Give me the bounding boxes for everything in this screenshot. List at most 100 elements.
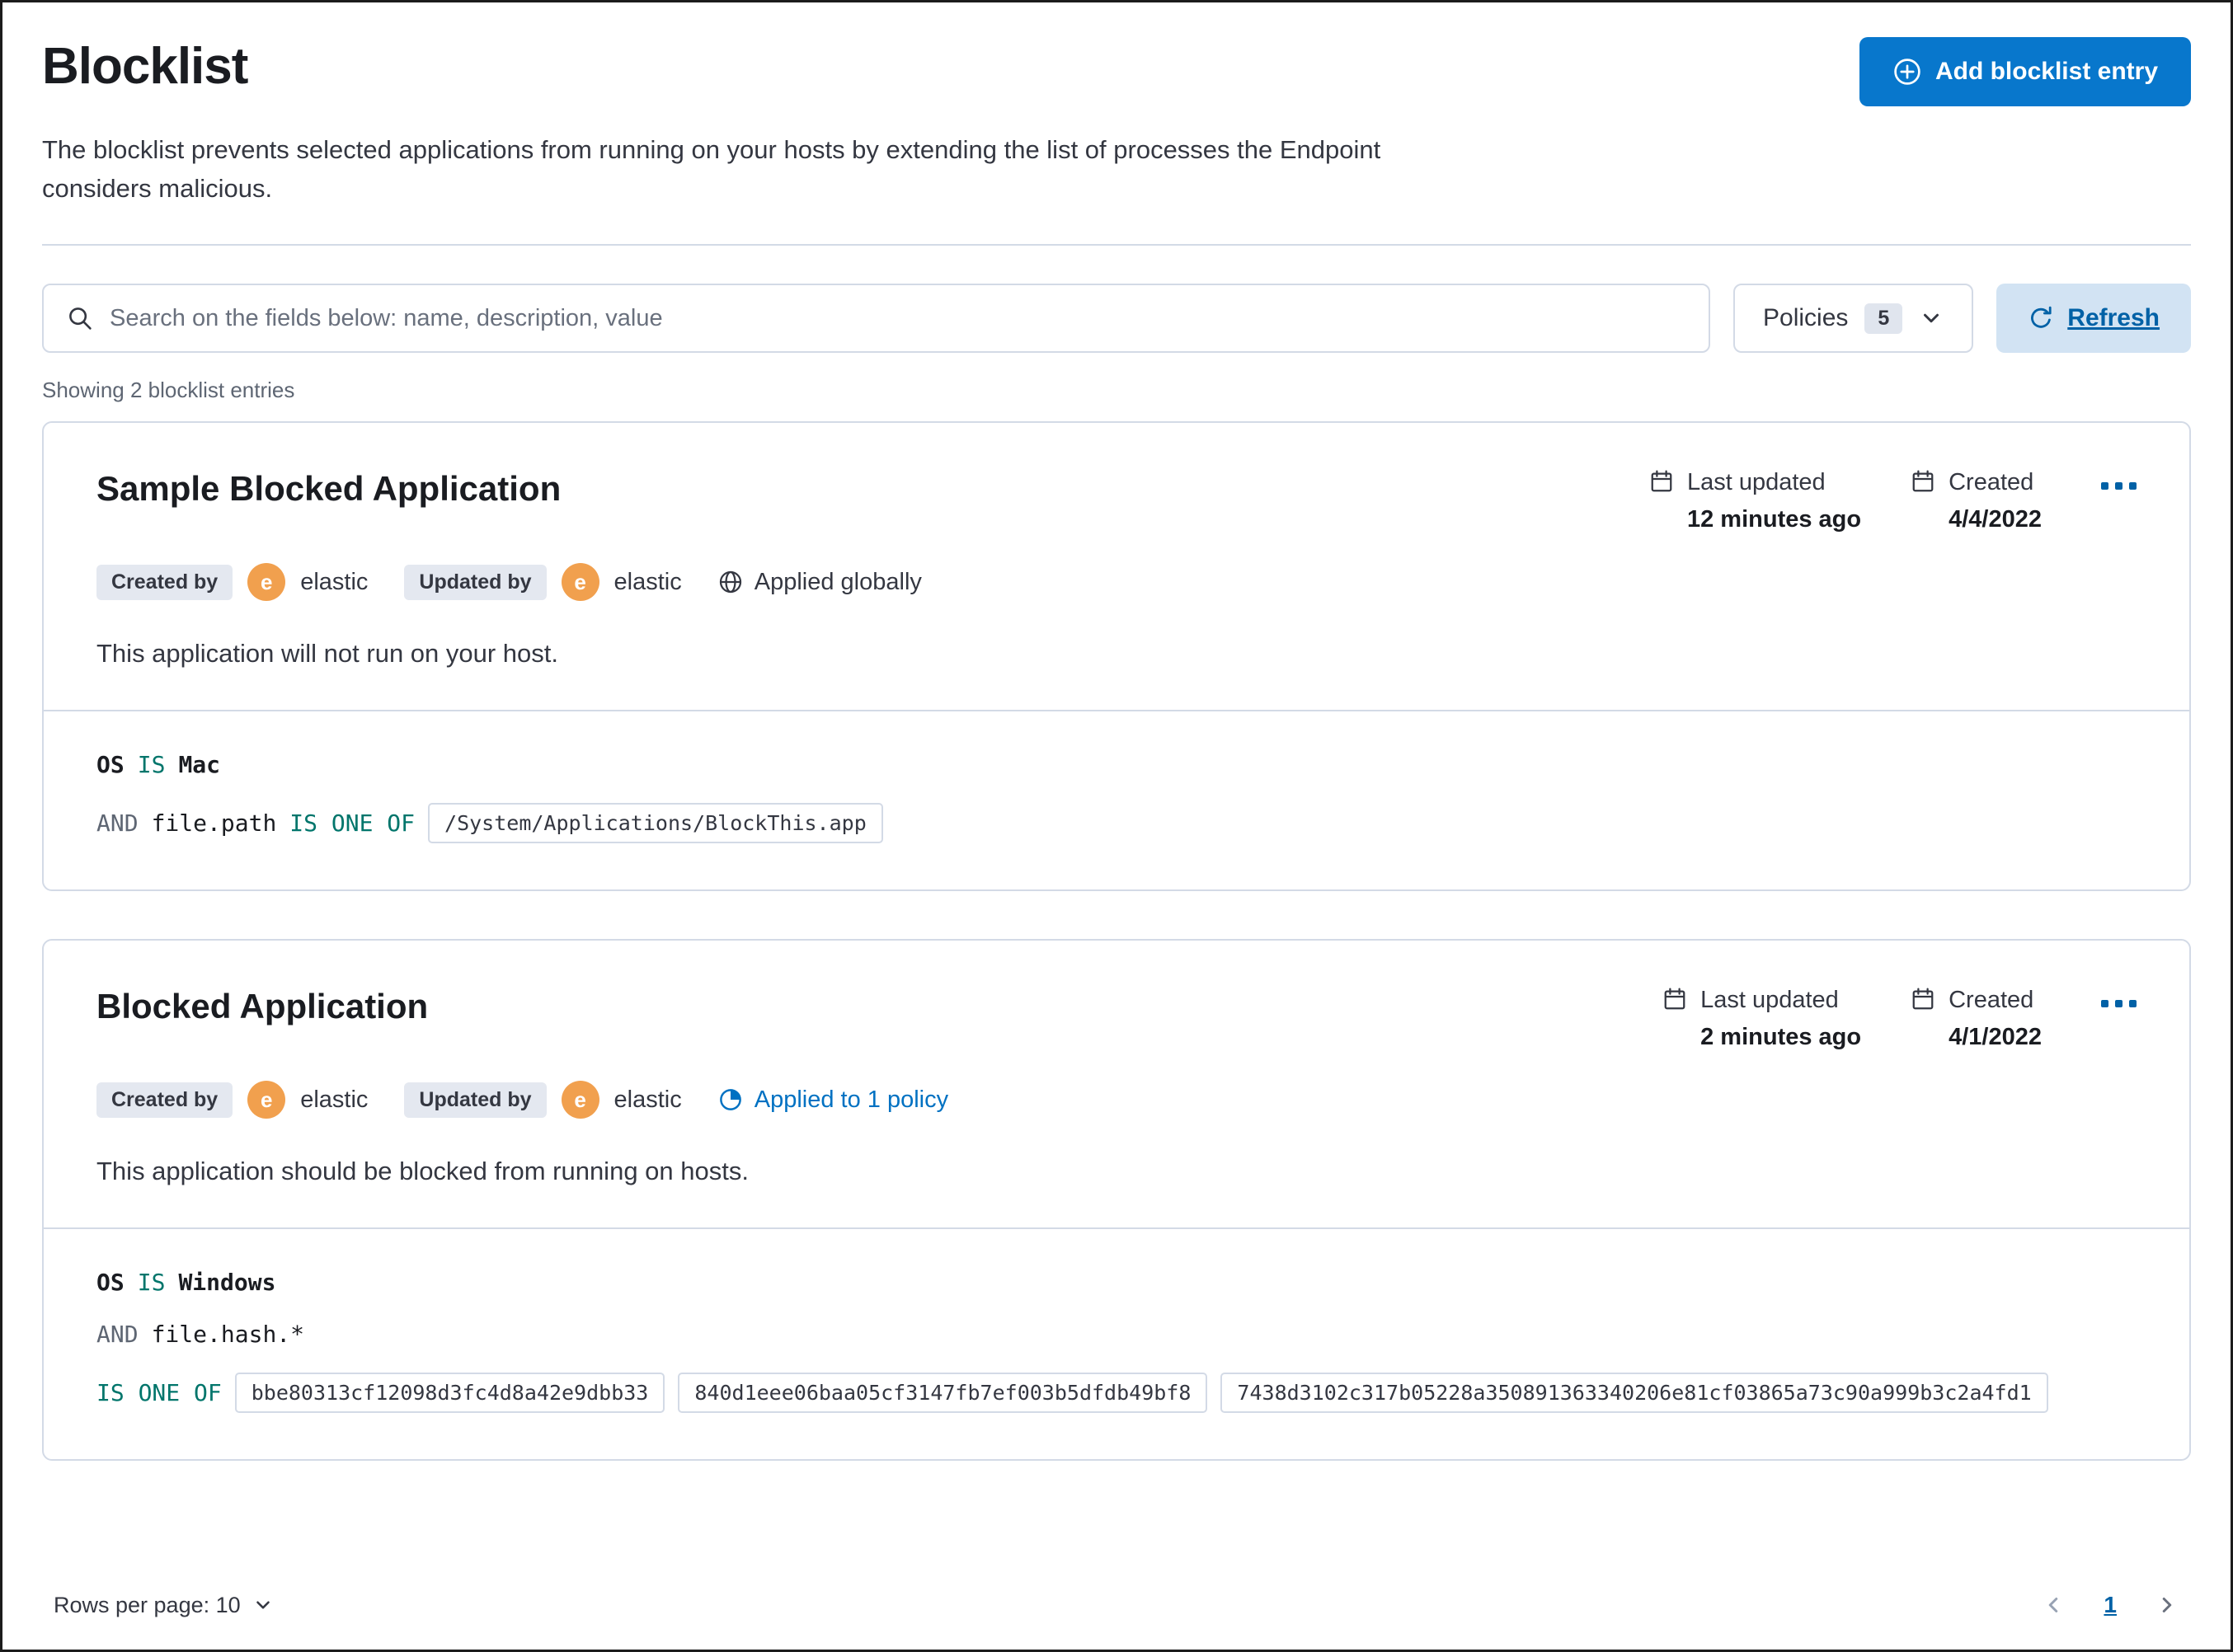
page-description: The blocklist prevents selected applicat… xyxy=(42,135,1381,203)
plus-in-circle-icon xyxy=(1892,57,1922,87)
created-label: Created xyxy=(1949,987,2034,1013)
policies-filter-button[interactable]: Policies 5 xyxy=(1733,284,1974,353)
updated-by-group: Updated by e elastic xyxy=(404,563,682,601)
and-keyword: AND xyxy=(96,810,139,837)
search-box[interactable] xyxy=(42,284,1710,353)
card-top: Blocked Application Last updated 2 minut… xyxy=(44,941,2189,1227)
blocklist-entry-card: Blocked Application Last updated 2 minut… xyxy=(42,939,2191,1461)
refresh-icon xyxy=(2028,305,2054,331)
previous-page-button[interactable] xyxy=(2041,1593,2066,1617)
last-updated-meta: Last updated 2 minutes ago xyxy=(1662,987,1861,1051)
toolbar: Policies 5 Refresh xyxy=(42,284,2191,353)
condition-field: file.hash.* xyxy=(151,1321,305,1348)
avatar: e xyxy=(247,1081,286,1119)
criteria-condition-line: AND file.path IS ONE OF /System/Applicat… xyxy=(96,803,2137,843)
applied-globally-indicator: Applied globally xyxy=(718,569,922,596)
avatar: e xyxy=(247,563,286,601)
criteria-values-line: IS ONE OF bbe80313cf12098d3fc4d8a42e9dbb… xyxy=(96,1373,2137,1413)
criteria-os-line: OS IS Mac xyxy=(96,751,2137,778)
condition-field: file.path xyxy=(151,810,277,837)
calendar-icon xyxy=(1911,987,1935,1014)
entry-criteria: OS IS Mac AND file.path IS ONE OF /Syste… xyxy=(44,711,2189,889)
last-updated-label: Last updated xyxy=(1686,469,1826,495)
page-title: Blocklist xyxy=(42,38,248,95)
criteria-field-line: AND file.hash.* xyxy=(96,1321,2137,1348)
globe-icon xyxy=(718,570,743,594)
last-updated-value: 12 minutes ago xyxy=(1686,506,1862,533)
entry-description: This application will not run on your ho… xyxy=(96,639,559,668)
created-value: 4/4/2022 xyxy=(1949,506,2042,533)
calendar-icon xyxy=(1649,469,1674,496)
next-page-button[interactable] xyxy=(2155,1593,2179,1617)
updated-by-badge: Updated by xyxy=(404,564,547,600)
pagination: 1 xyxy=(2041,1592,2179,1618)
created-label: Created xyxy=(1949,469,2034,495)
last-updated-value: 2 minutes ago xyxy=(1700,1024,1862,1050)
created-by-group: Created by e elastic xyxy=(96,563,368,601)
blocklist-entry-card: Sample Blocked Application Last updated … xyxy=(42,421,2191,891)
created-by-username: elastic xyxy=(300,1086,369,1113)
condition-value: bbe80313cf12098d3fc4d8a42e9dbb33 xyxy=(234,1373,665,1413)
created-meta: Created 4/4/2022 xyxy=(1911,469,2042,533)
blocklist-page: Blocklist Add blocklist entry The blockl… xyxy=(2,2,2231,1650)
created-meta: Created 4/1/2022 xyxy=(1911,987,2042,1051)
applied-to-policy-link[interactable]: Applied to 1 policy xyxy=(718,1086,948,1114)
header-divider xyxy=(42,244,2191,246)
add-blocklist-entry-button[interactable]: Add blocklist entry xyxy=(1859,37,2191,106)
list-footer: Rows per page: 10 1 xyxy=(42,1572,2191,1618)
last-updated-label: Last updated xyxy=(1700,987,1839,1013)
entry-actions-menu-button[interactable] xyxy=(2096,987,2137,1007)
is-operator: IS xyxy=(137,751,166,778)
refresh-label: Refresh xyxy=(2067,304,2160,331)
showing-entries-count: Showing 2 blocklist entries xyxy=(42,378,295,402)
updated-by-group: Updated by e elastic xyxy=(404,1081,682,1119)
condition-value: 840d1eee06baa05cf3147fb7ef003b5dfdb49bf8 xyxy=(678,1373,1208,1413)
created-by-group: Created by e elastic xyxy=(96,1081,368,1119)
entry-description: This application should be blocked from … xyxy=(96,1157,749,1185)
created-by-badge: Created by xyxy=(96,1082,233,1118)
updated-by-username: elastic xyxy=(613,568,682,595)
entry-attribution-row: Created by e elastic Updated by e elasti… xyxy=(96,1081,2137,1119)
entry-title: Blocked Application xyxy=(96,987,429,1025)
last-updated-meta: Last updated 12 minutes ago xyxy=(1649,469,1861,533)
avatar: e xyxy=(561,1081,599,1119)
policies-count-badge: 5 xyxy=(1864,303,1903,334)
created-value: 4/1/2022 xyxy=(1949,1024,2042,1050)
entry-actions-menu-button[interactable] xyxy=(2096,469,2137,490)
refresh-button[interactable]: Refresh xyxy=(1996,284,2191,353)
condition-operator: IS ONE OF xyxy=(96,1379,222,1406)
entry-criteria: OS IS Windows AND file.hash.* IS ONE OF … xyxy=(44,1229,2189,1459)
page-number-1[interactable]: 1 xyxy=(2104,1592,2117,1618)
calendar-icon xyxy=(1911,469,1935,496)
condition-value: /System/Applications/BlockThis.app xyxy=(428,803,883,843)
updated-by-username: elastic xyxy=(613,1086,682,1113)
and-keyword: AND xyxy=(96,1321,139,1348)
os-field: OS xyxy=(96,751,125,778)
os-field: OS xyxy=(96,1269,125,1296)
created-by-badge: Created by xyxy=(96,564,233,600)
condition-value: 7438d3102c317b05228a350891363340206e81cf… xyxy=(1220,1373,2048,1413)
search-input[interactable] xyxy=(110,304,1685,332)
created-by-username: elastic xyxy=(300,568,369,595)
rows-per-page-label: Rows per page: 10 xyxy=(54,1592,241,1617)
scope-label: Applied to 1 policy xyxy=(754,1086,949,1113)
policy-scope-icon xyxy=(718,1087,743,1112)
avatar: e xyxy=(561,563,599,601)
os-value: Mac xyxy=(178,751,221,778)
card-top: Sample Blocked Application Last updated … xyxy=(44,423,2189,710)
add-blocklist-entry-label: Add blocklist entry xyxy=(1934,58,2158,85)
chevron-down-icon xyxy=(1919,306,1944,331)
entry-meta: Last updated 2 minutes ago Created 4/1/2… xyxy=(1662,987,2137,1051)
entry-title: Sample Blocked Application xyxy=(96,469,562,508)
criteria-os-line: OS IS Windows xyxy=(96,1269,2137,1296)
policies-filter-label: Policies xyxy=(1763,304,1849,331)
os-value: Windows xyxy=(178,1269,276,1296)
condition-operator: IS ONE OF xyxy=(289,810,416,837)
calendar-icon xyxy=(1662,987,1687,1014)
rows-per-page-button[interactable]: Rows per page: 10 xyxy=(54,1593,274,1618)
updated-by-badge: Updated by xyxy=(404,1082,547,1118)
entry-meta: Last updated 12 minutes ago Created 4/4/… xyxy=(1649,469,2137,533)
entry-attribution-row: Created by e elastic Updated by e elasti… xyxy=(96,563,2137,601)
page-header: Blocklist Add blocklist entry xyxy=(42,37,2191,106)
search-icon xyxy=(67,305,93,331)
